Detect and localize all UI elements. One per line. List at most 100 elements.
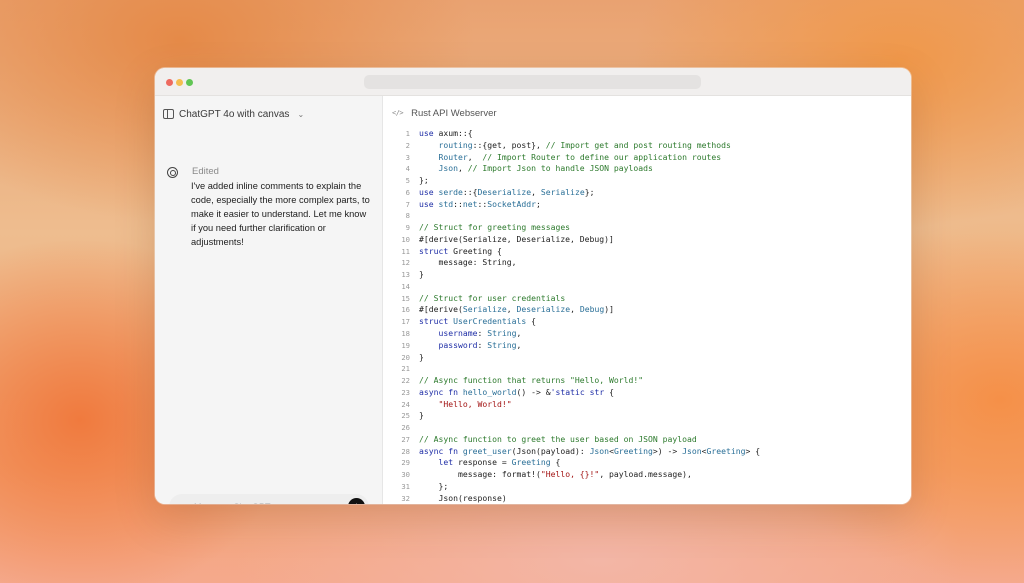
code-token: axum::{	[438, 128, 473, 138]
code-line[interactable]: 3 Router, // Import Router to define our…	[383, 152, 911, 164]
paperclip-icon[interactable]: ⌀	[179, 500, 186, 504]
line-number: 4	[405, 164, 410, 174]
line-number: 1	[405, 129, 410, 138]
code-line[interactable]: 2 routing::{get, post}, // Import get an…	[383, 140, 911, 152]
code-text: use serde::{Deserialize, Serialize};	[419, 187, 594, 199]
arrow-up-icon: ↑	[354, 501, 359, 504]
code-text: "Hello, World!"	[419, 399, 511, 411]
code-token: };	[584, 186, 595, 197]
code-text: struct UserCredentials {	[419, 316, 536, 328]
chat-sidebar: ChatGPT 4o with canvas ⌄ Edited I've add…	[155, 96, 383, 504]
line-number: 28	[401, 446, 410, 456]
code-text: use std::net::SocketAddr;	[419, 199, 541, 211]
code-line[interactable]: 26	[383, 422, 911, 434]
code-line[interactable]: 32 Json(response)	[383, 493, 911, 504]
code-token: Debug	[579, 304, 605, 315]
line-number: 6	[405, 187, 410, 197]
code-line[interactable]: 6 use serde::{Deserialize, Serialize};	[383, 187, 911, 199]
code-token: Json	[419, 163, 458, 174]
code-text: }	[419, 269, 424, 281]
code-line[interactable]: 4 Json, // Import Json to handle JSON pa…	[383, 163, 911, 175]
code-line[interactable]: 25}	[383, 410, 911, 422]
code-token: Greeting	[511, 457, 551, 468]
model-selector[interactable]: ChatGPT 4o with canvas ⌄	[163, 106, 304, 122]
line-number: 13	[401, 270, 410, 280]
code-line[interactable]: 30 message: format!("Hello, {}!", payloa…	[383, 469, 911, 481]
code-line[interactable]: 10 #[derive(Serialize, Deserialize, Debug…	[383, 234, 911, 246]
code-line[interactable]: 23 async fn hello_world() -> &'static str…	[383, 387, 911, 399]
code-token: > {	[745, 445, 761, 456]
code-token: Serialize	[462, 304, 507, 315]
code-line[interactable]: 15 // Struct for user credentials	[383, 293, 911, 305]
code-line[interactable]: 31 };	[383, 481, 911, 493]
code-line[interactable]: 8	[383, 210, 911, 222]
code-token: String	[487, 339, 517, 350]
code-line[interactable]: 14	[383, 281, 911, 293]
close-window-button[interactable]	[166, 79, 173, 86]
code-line[interactable]: 27 // Async function to greet the user ba…	[383, 434, 911, 446]
code-token: Json	[682, 445, 702, 456]
address-bar[interactable]	[364, 75, 701, 89]
sidebar-toggle-icon[interactable]	[163, 109, 174, 119]
code-line[interactable]: 5};	[383, 175, 911, 187]
code-token: }	[419, 410, 424, 421]
code-token: // Import Router to define our applicati…	[482, 151, 722, 162]
code-token: ,	[457, 163, 468, 174]
code-token: Deserialize	[516, 304, 571, 315]
code-line[interactable]: 9 // Struct for greeting messages	[383, 222, 911, 234]
code-line[interactable]: 29 let response = Greeting {	[383, 457, 911, 469]
code-text: username: String,	[419, 328, 521, 340]
code-editor[interactable]: 1 use axum::{2 routing::{get, post}, // I…	[383, 128, 911, 504]
code-line[interactable]: 12 message: String,	[383, 257, 911, 269]
code-token: // Struct for greeting messages	[419, 222, 571, 233]
code-line[interactable]: 13}	[383, 269, 911, 281]
line-number: 31	[401, 481, 410, 491]
code-line[interactable]: 1 use axum::{	[383, 128, 911, 140]
code-token: struct	[419, 245, 454, 256]
code-token: let	[419, 457, 458, 468]
code-line[interactable]: 16 #[derive(Serialize, Deserialize, Debug…	[383, 304, 911, 316]
line-number: 23	[401, 387, 410, 397]
code-token: #[derive(Serialize, Deserialize, Debug)]	[419, 233, 614, 244]
code-text: #[derive(Serialize, Deserialize, Debug)]	[419, 304, 614, 316]
line-number: 12	[401, 258, 410, 268]
code-text: message: format!("Hello, {}!", payload.m…	[419, 469, 692, 481]
line-number: 27	[401, 434, 410, 444]
code-token: )]	[604, 304, 614, 315]
code-token: message: format!(	[419, 469, 541, 480]
code-text: };	[419, 175, 429, 187]
code-token: // Import Json to handle JSON payloads	[467, 163, 653, 174]
code-token: ,	[531, 186, 541, 197]
code-line[interactable]: 11 struct Greeting {	[383, 246, 911, 258]
code-line[interactable]: 24 "Hello, World!"	[383, 399, 911, 411]
code-line[interactable]: 20}	[383, 352, 911, 364]
code-text: struct Greeting {	[419, 246, 502, 258]
code-token: response =	[457, 457, 512, 468]
code-line[interactable]: 18 username: String,	[383, 328, 911, 340]
code-token: struct	[419, 316, 454, 327]
code-token: : String,	[472, 257, 517, 268]
code-line[interactable]: 17 struct UserCredentials {	[383, 316, 911, 328]
line-number: 11	[401, 246, 410, 256]
line-number: 5	[405, 176, 410, 186]
code-token: std	[438, 198, 454, 209]
line-number: 24	[401, 399, 410, 409]
canvas-header: </> Rust API Webserver	[392, 106, 497, 120]
minimize-window-button[interactable]	[176, 79, 183, 86]
code-line[interactable]: 19 password: String,	[383, 340, 911, 352]
send-button[interactable]: ↑	[348, 498, 365, 504]
code-text: }	[419, 410, 424, 422]
code-line[interactable]: 21	[383, 363, 911, 375]
code-token: use	[419, 186, 439, 197]
code-line[interactable]: 22 // Async function that returns "Hello,…	[383, 375, 911, 387]
code-token: ,	[467, 151, 483, 162]
code-token: ;	[535, 198, 541, 209]
title-bar	[155, 68, 911, 96]
code-token: use	[419, 128, 439, 138]
code-token: ,	[516, 328, 522, 339]
maximize-window-button[interactable]	[186, 79, 193, 86]
code-line[interactable]: 28 async fn greet_user(Json(payload): Jso…	[383, 446, 911, 458]
code-line[interactable]: 7 use std::net::SocketAddr;	[383, 199, 911, 211]
message-input[interactable]	[194, 499, 334, 504]
code-token: () -> &	[516, 386, 551, 397]
